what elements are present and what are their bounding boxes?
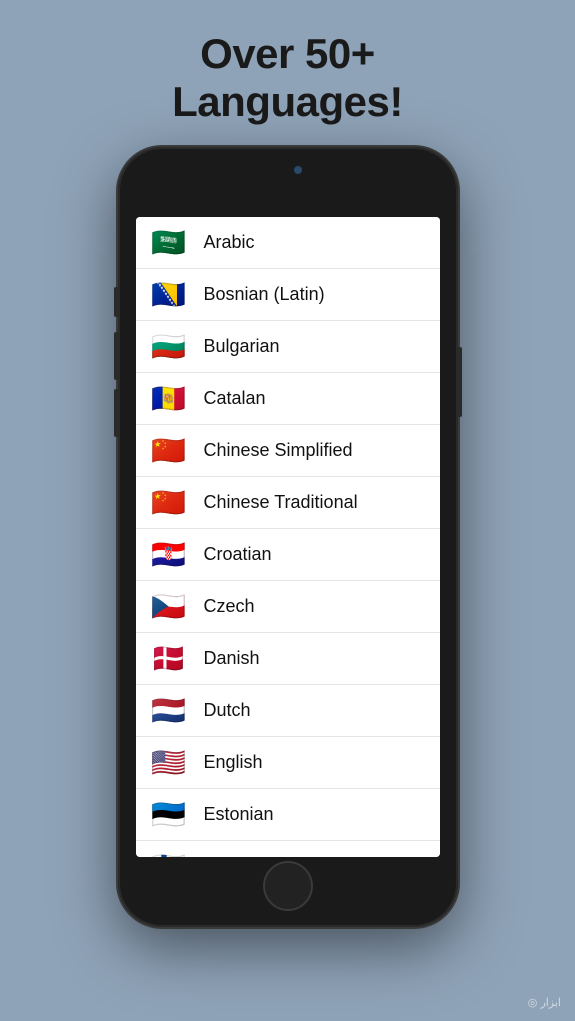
language-name: Bosnian (Latin) [204, 284, 325, 305]
language-name: Croatian [204, 544, 272, 565]
list-item[interactable]: 🇨🇳 Chinese Simplified [136, 425, 440, 477]
flag-icon: 🇧🇦 [148, 273, 190, 315]
list-item[interactable]: 🇦🇩 Catalan [136, 373, 440, 425]
mute-button [114, 287, 118, 317]
language-name: Chinese Traditional [204, 492, 358, 513]
language-name: Czech [204, 596, 255, 617]
volume-down-button [114, 389, 118, 437]
list-item[interactable]: 🇸🇦 Arabic [136, 217, 440, 269]
flag-icon: 🇳🇱 [148, 689, 190, 731]
language-name: Finnish [204, 856, 262, 857]
language-name: Chinese Simplified [204, 440, 353, 461]
flag-icon: 🇪🇪 [148, 793, 190, 835]
language-name: Estonian [204, 804, 274, 825]
volume-up-button [114, 332, 118, 380]
watermark: ◎ ابزار [528, 996, 561, 1009]
flag-icon: 🇺🇸 [148, 741, 190, 783]
phone-shell: 🇸🇦 Arabic 🇧🇦 Bosnian (Latin) 🇧🇬 Bulgarian 🇦🇩 Ca… [118, 147, 458, 927]
power-button [458, 347, 462, 417]
headline: Over 50+ Languages! [172, 30, 403, 127]
language-name: English [204, 752, 263, 773]
phone-mockup: 🇸🇦 Arabic 🇧🇦 Bosnian (Latin) 🇧🇬 Bulgarian 🇦🇩 Ca… [118, 147, 458, 927]
phone-notch [228, 161, 348, 179]
flag-icon: 🇧🇬 [148, 325, 190, 367]
flag-icon: 🇨🇳 [148, 481, 190, 523]
list-item[interactable]: 🇨🇳 Chinese Traditional [136, 477, 440, 529]
headline-line1: Over 50+ [200, 30, 375, 77]
headline-line2: Languages! [172, 78, 403, 125]
list-item[interactable]: 🇭🇷 Croatian [136, 529, 440, 581]
language-name: Bulgarian [204, 336, 280, 357]
language-name: Catalan [204, 388, 266, 409]
flag-icon: 🇩🇰 [148, 637, 190, 679]
list-item[interactable]: 🇩🇰 Danish [136, 633, 440, 685]
list-item[interactable]: 🇫🇮 Finnish [136, 841, 440, 857]
flag-icon: 🇨🇿 [148, 585, 190, 627]
home-button [263, 861, 313, 911]
list-item[interactable]: 🇧🇬 Bulgarian [136, 321, 440, 373]
language-list: 🇸🇦 Arabic 🇧🇦 Bosnian (Latin) 🇧🇬 Bulgarian 🇦🇩 Ca… [136, 217, 440, 857]
list-item[interactable]: 🇪🇪 Estonian [136, 789, 440, 841]
phone-screen: 🇸🇦 Arabic 🇧🇦 Bosnian (Latin) 🇧🇬 Bulgarian 🇦🇩 Ca… [136, 217, 440, 857]
list-item[interactable]: 🇳🇱 Dutch [136, 685, 440, 737]
language-name: Dutch [204, 700, 251, 721]
flag-icon: 🇦🇩 [148, 377, 190, 419]
list-item[interactable]: 🇧🇦 Bosnian (Latin) [136, 269, 440, 321]
flag-icon: 🇫🇮 [148, 846, 190, 857]
flag-icon: 🇭🇷 [148, 533, 190, 575]
list-item[interactable]: 🇺🇸 English [136, 737, 440, 789]
language-name: Arabic [204, 232, 255, 253]
front-camera [294, 166, 302, 174]
flag-icon: 🇨🇳 [148, 429, 190, 471]
list-item[interactable]: 🇨🇿 Czech [136, 581, 440, 633]
language-name: Danish [204, 648, 260, 669]
flag-icon: 🇸🇦 [148, 221, 190, 263]
